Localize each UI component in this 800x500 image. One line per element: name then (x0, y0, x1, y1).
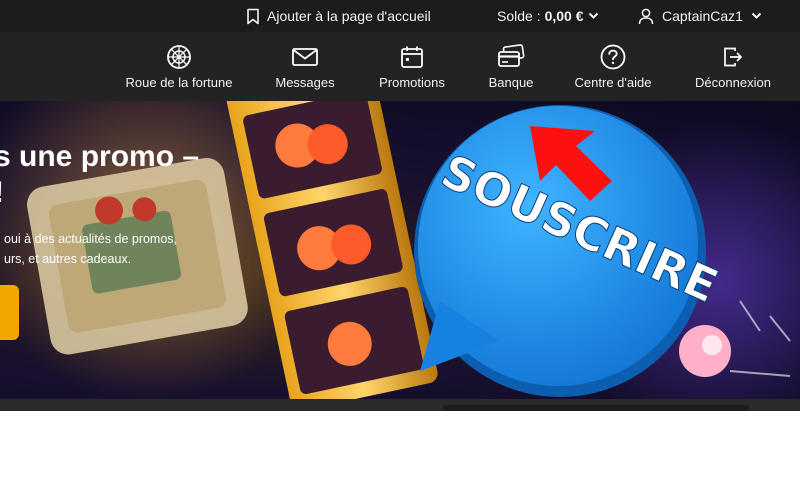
top-bar: Ajouter à la page d'accueil Solde : 0,00… (0, 0, 800, 32)
add-to-home-link[interactable]: Ajouter à la page d'accueil (246, 0, 431, 32)
banner-cta-button[interactable] (0, 285, 19, 340)
logout-icon (724, 47, 743, 67)
banner-title: s une promo – ! (0, 139, 199, 211)
banner-description: oui à des actualités de promos, urs, et … (4, 229, 234, 269)
chevron-down-icon (588, 12, 598, 19)
nav-item-help-center[interactable]: Centre d'aide (570, 32, 656, 101)
balance-label: Solde : (497, 8, 541, 24)
nav-label: Promotions (379, 75, 445, 90)
nav-label: Centre d'aide (574, 75, 652, 90)
main-nav: Roue de la fortune Messages Promotions B… (0, 32, 800, 101)
cards-icon (498, 44, 525, 67)
banner-text-line: oui à des actualités de promos, (4, 232, 178, 246)
help-icon (600, 44, 626, 70)
user-menu[interactable]: CaptainCaz1 (638, 0, 762, 32)
user-icon (638, 8, 654, 24)
nav-label: Roue de la fortune (125, 75, 233, 90)
banner-text-line: urs, et autres cadeaux. (4, 252, 132, 266)
username: CaptainCaz1 (662, 8, 743, 24)
banner-title-line: ! (0, 175, 199, 211)
nav-item-promotions[interactable]: Promotions (372, 32, 452, 101)
calendar-icon (401, 46, 423, 68)
chevron-down-icon (751, 12, 762, 19)
nav-label: Déconnexion (695, 75, 771, 90)
content-tab (443, 405, 749, 411)
nav-label: Banque (488, 75, 534, 90)
nav-item-logout[interactable]: Déconnexion (690, 32, 776, 101)
promo-banner[interactable]: SOUSCRIRE s une promo – ! oui à des actu… (0, 101, 800, 399)
nav-item-messages[interactable]: Messages (269, 32, 341, 101)
bookmark-icon (247, 8, 259, 24)
balance-value: 0,00 € (544, 8, 584, 24)
envelope-icon (292, 48, 318, 66)
add-to-home-label: Ajouter à la page d'accueil (267, 8, 431, 24)
subscribe-text: SOUSCRIRE (434, 144, 726, 314)
banner-title-line: s une promo – (0, 140, 200, 173)
bottom-strip (0, 399, 800, 411)
balance-dropdown[interactable]: Solde : 0,00 € (497, 0, 599, 32)
wheel-icon (167, 45, 191, 69)
nav-label: Messages (275, 75, 335, 90)
nav-item-bank[interactable]: Banque (482, 32, 540, 101)
nav-item-wheel-of-fortune[interactable]: Roue de la fortune (117, 32, 241, 101)
